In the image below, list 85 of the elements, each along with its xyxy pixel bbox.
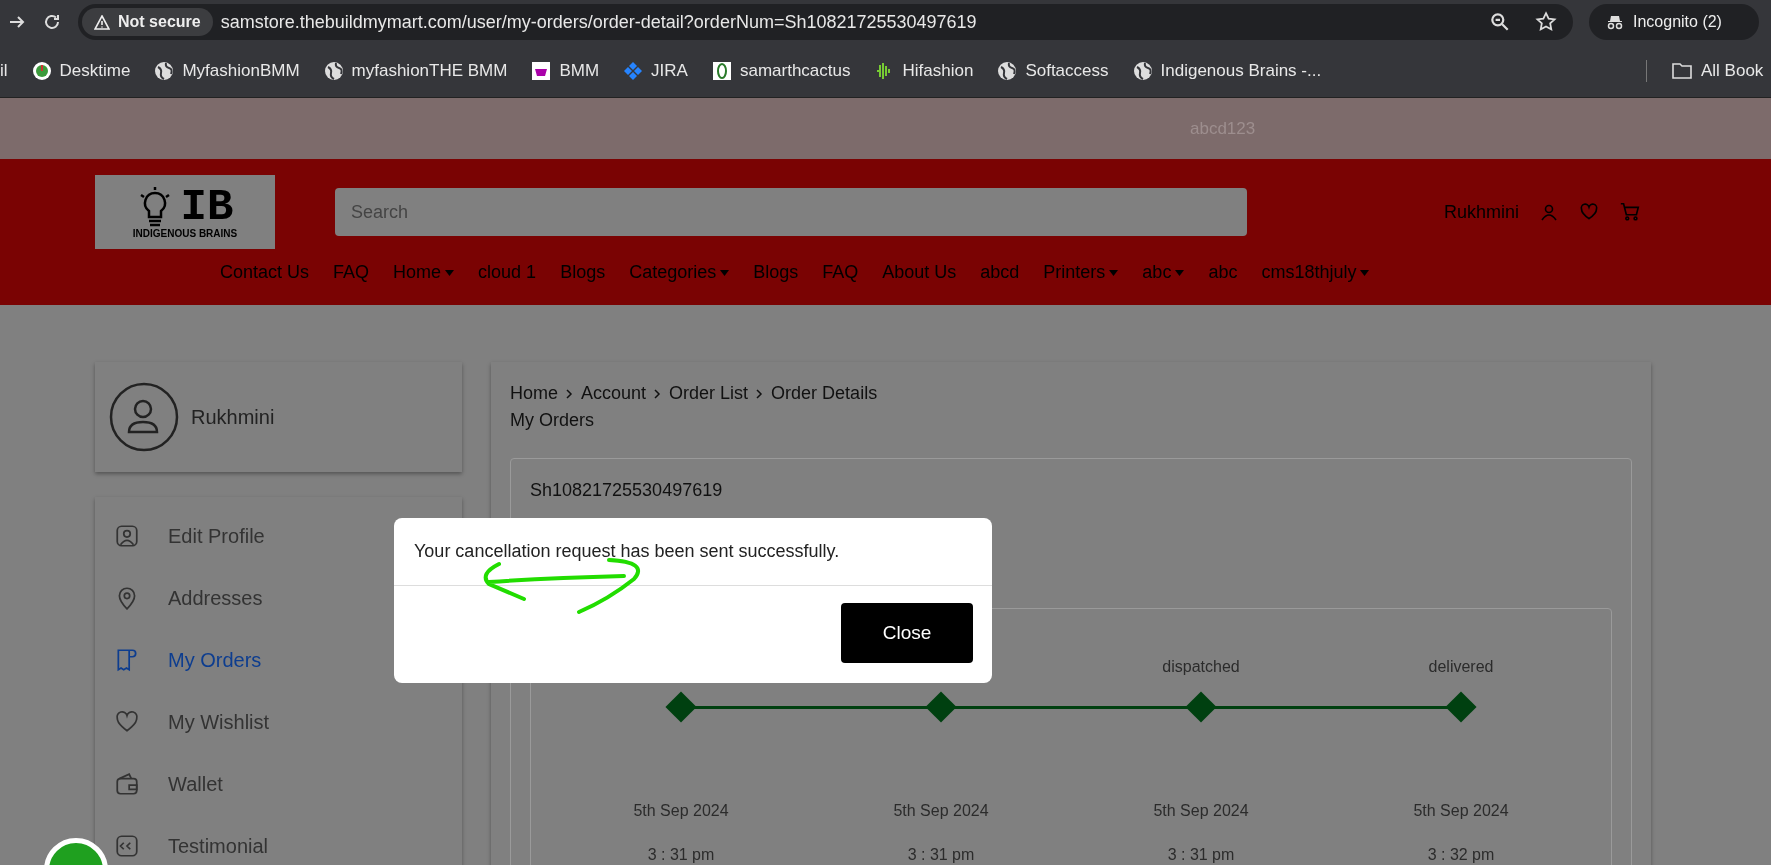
bookmark[interactable]: Hifashion: [874, 57, 974, 84]
search-field[interactable]: Search: [335, 188, 1247, 236]
menu-item[interactable]: Testimonial: [114, 815, 443, 865]
breadcrumb-link[interactable]: Account: [581, 380, 647, 407]
bookmark[interactable]: JIRA: [623, 57, 688, 84]
step-time: 3 : 31 pm: [1167, 845, 1235, 865]
caret-icon: [1360, 269, 1370, 276]
all-bookmarks-label: All Book: [1701, 59, 1764, 82]
breadcrumb-link[interactable]: Order List: [669, 380, 749, 407]
breadcrumb-link[interactable]: Home: [510, 380, 558, 407]
nav-link[interactable]: abc: [1208, 259, 1238, 286]
nav-link[interactable]: cloud 1: [478, 259, 537, 286]
menu-item[interactable]: Addresses: [114, 567, 443, 629]
caret-icon: [445, 269, 455, 276]
logo[interactable]: IB INDIGENOUS BRAINS: [95, 175, 275, 249]
profile-chip[interactable]: Incognito (2): [1589, 4, 1759, 40]
nav-link[interactable]: cms18thjuly: [1261, 259, 1370, 286]
nav-link[interactable]: abc: [1142, 259, 1185, 286]
close-button[interactable]: Close: [841, 603, 973, 663]
step-date: 5th Sep 2024: [893, 801, 989, 821]
bookmark[interactable]: samarthcactus: [711, 57, 851, 84]
reload-icon[interactable]: [42, 12, 62, 32]
address-bar[interactable]: Not secure samstore.thebuildmymart.com/user/my-orders/order-detail?orderNum=Sh10821725530497619: [78, 4, 1573, 40]
step-label: dispatched: [1162, 658, 1240, 675]
caret-icon: [1109, 269, 1119, 276]
step-date: 5th Sep 2024: [633, 801, 729, 821]
shop-icon: [531, 60, 552, 81]
step-date: 5th Sep 2024: [1153, 801, 1249, 821]
wallet-icon: [114, 771, 140, 797]
step-date: 5th Sep 2024: [1413, 801, 1509, 821]
nav-link[interactable]: Blogs: [753, 259, 799, 286]
globe-icon: [1132, 60, 1153, 81]
nav-link[interactable]: abcd: [980, 259, 1020, 286]
breadcrumb-link[interactable]: Order Details: [771, 380, 878, 407]
logo-caption: INDIGENOUS BRAINS: [132, 229, 238, 239]
caret-icon: [1175, 269, 1185, 276]
globe-icon: [323, 60, 344, 81]
avatar-icon: [109, 382, 179, 452]
logo-mark: IB: [180, 185, 234, 229]
zoom-icon[interactable]: [1489, 11, 1511, 33]
user-name[interactable]: Rukhmini: [1443, 198, 1519, 226]
url-text: samstore.thebuildmymart.com/user/my-orders/order-detail?orderNum=Sh10821725530497619: [220, 10, 978, 34]
clock-icon: [31, 60, 52, 81]
star-icon[interactable]: [1535, 11, 1557, 33]
folder-icon: [1671, 60, 1693, 81]
bookmark[interactable]: myfashionTHE BMM: [323, 57, 508, 84]
nav-link[interactable]: About Us: [882, 259, 957, 286]
warning-icon: [94, 14, 110, 30]
menu-item[interactable]: My Orders: [114, 629, 443, 691]
receipt-icon: [114, 647, 140, 673]
step-label: delivered: [1428, 658, 1494, 675]
nav-link[interactable]: Contact Us: [220, 259, 310, 286]
dialog-message: Your cancellation request has been sent successfully.: [414, 540, 840, 563]
user-icon: [114, 523, 140, 549]
nav-link[interactable]: Home: [393, 259, 455, 286]
security-badge[interactable]: Not secure: [82, 8, 213, 36]
caret-icon: [720, 269, 730, 276]
security-label: Not secure: [118, 12, 201, 32]
all-bookmarks[interactable]: All Book: [1671, 57, 1771, 84]
globe-icon: [154, 60, 175, 81]
nav-link[interactable]: Categories: [629, 259, 730, 286]
page-title: My Orders: [510, 409, 595, 432]
menu-item[interactable]: Wallet: [114, 753, 443, 815]
step-time: 3 : 32 pm: [1427, 845, 1495, 865]
menu-item[interactable]: My Wishlist: [114, 691, 443, 753]
profile-name: Rukhmini: [191, 405, 275, 430]
bookmark[interactable]: Indigenous Brains -...: [1132, 57, 1322, 84]
nav-link[interactable]: Blogs: [560, 259, 606, 286]
step-time: 3 : 31 pm: [907, 845, 975, 865]
globe-icon: [997, 60, 1018, 81]
nav-link[interactable]: Printers: [1043, 259, 1119, 286]
quote-icon: [114, 833, 140, 859]
bookmark[interactable]: BMM: [531, 57, 600, 84]
chevron-icon: [654, 388, 662, 399]
bookmark[interactable]: Softaccess: [997, 57, 1109, 84]
profile-label: Incognito (2): [1633, 12, 1722, 32]
bookmark[interactable]: MyfashionBMM: [154, 57, 300, 84]
order-number: Sh10821725530497619: [530, 479, 724, 502]
step-time: 3 : 31 pm: [647, 845, 715, 865]
nav-link[interactable]: FAQ: [333, 259, 370, 286]
chevron-icon: [756, 388, 764, 399]
bookmark[interactable]: il: [0, 57, 8, 84]
chevron-icon: [566, 388, 573, 399]
bookmark[interactable]: Desktime: [31, 57, 131, 84]
nav-link[interactable]: FAQ: [822, 259, 859, 286]
